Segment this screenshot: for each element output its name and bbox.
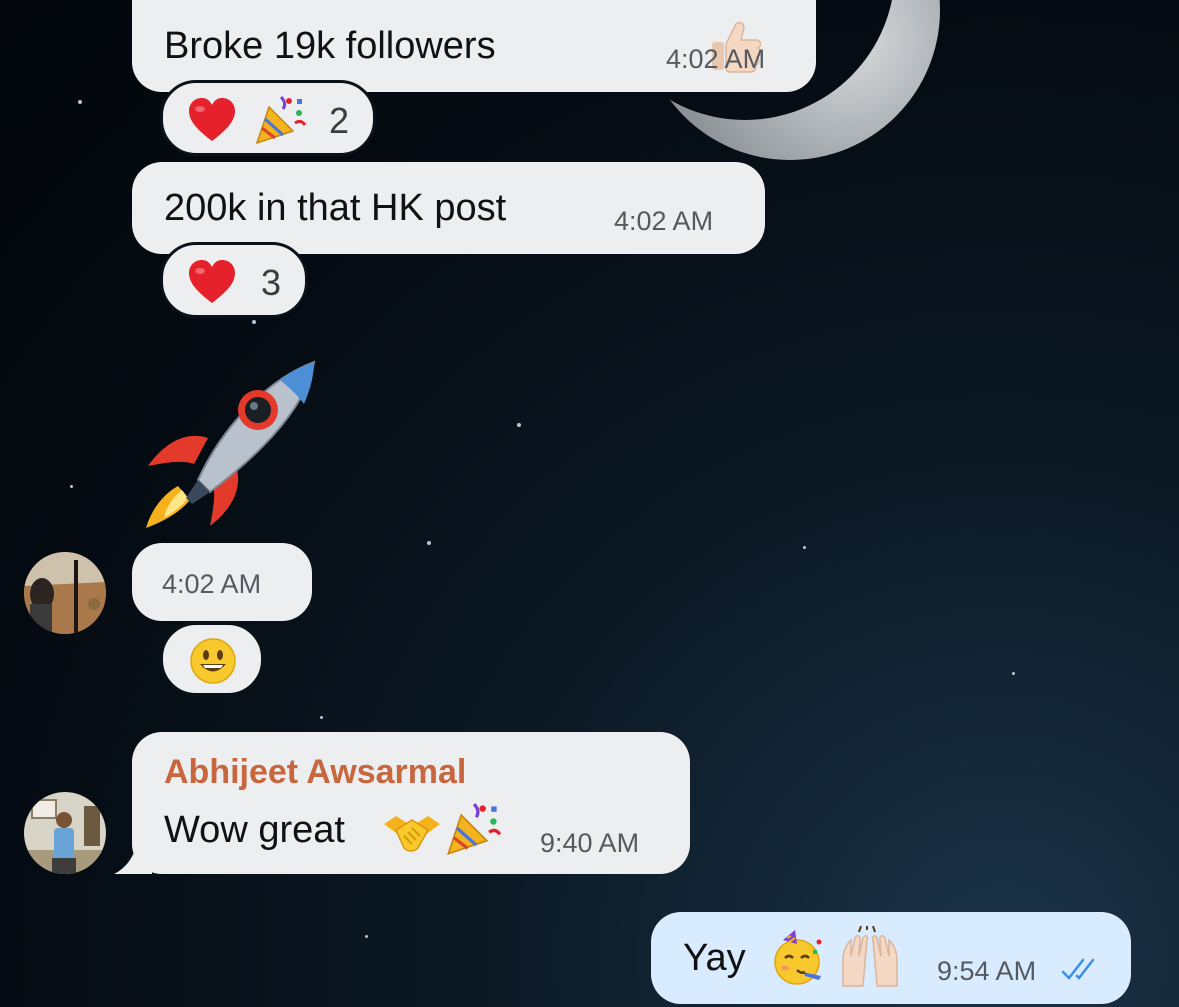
grinning-face-icon	[190, 638, 236, 684]
message-text: Yay	[683, 937, 746, 979]
read-double-check-icon	[1061, 958, 1095, 980]
star	[427, 541, 431, 545]
party-popper-icon	[255, 95, 307, 145]
message-text: 200k in that HK post	[164, 187, 507, 229]
message-bubble[interactable]: Abhijeet Awsarmal Wow great 9:40 AM	[132, 732, 690, 874]
message-time: 4:02 AM	[614, 206, 714, 236]
handshake-icon	[384, 816, 440, 852]
partying-face-icon	[774, 930, 822, 985]
reaction-pill[interactable]: 2	[160, 80, 376, 156]
star	[252, 320, 256, 324]
message-time: 9:40 AM	[540, 828, 640, 858]
message-text: Broke 19k followers	[164, 25, 496, 67]
message-text: Wow great	[164, 809, 345, 851]
star	[803, 546, 806, 549]
party-popper-icon	[447, 803, 502, 855]
reaction-count: 3	[261, 262, 282, 303]
reaction-pill[interactable]: 3	[160, 242, 308, 318]
message-time: 4:02 AM	[162, 569, 262, 599]
reaction-count: 2	[329, 100, 350, 141]
star	[365, 935, 368, 938]
message-bubble[interactable]: Broke 19k followers 4:02 AM	[132, 0, 816, 92]
star	[1012, 672, 1015, 675]
heart-icon	[189, 260, 235, 303]
star	[70, 485, 73, 488]
avatar-photo	[24, 792, 106, 874]
heart-icon	[189, 98, 235, 141]
message-time: 9:54 AM	[937, 956, 1037, 986]
avatar-photo	[24, 552, 106, 634]
star	[78, 100, 82, 104]
message-bubble[interactable]: 200k in that HK post 4:02 AM	[132, 162, 765, 254]
message-time: 4:02 AM	[666, 44, 766, 74]
message-bubble-outgoing[interactable]: Yay 9:54 AM	[651, 912, 1131, 1004]
avatar[interactable]	[24, 792, 106, 874]
rocket-icon[interactable]	[138, 358, 320, 530]
reaction-pill[interactable]	[160, 622, 264, 696]
raising-hands-icon	[842, 926, 898, 987]
avatar[interactable]	[24, 552, 106, 634]
sender-name[interactable]: Abhijeet Awsarmal	[164, 752, 466, 792]
star	[320, 716, 323, 719]
message-bubble[interactable]: 4:02 AM	[132, 543, 312, 621]
star	[517, 423, 521, 427]
